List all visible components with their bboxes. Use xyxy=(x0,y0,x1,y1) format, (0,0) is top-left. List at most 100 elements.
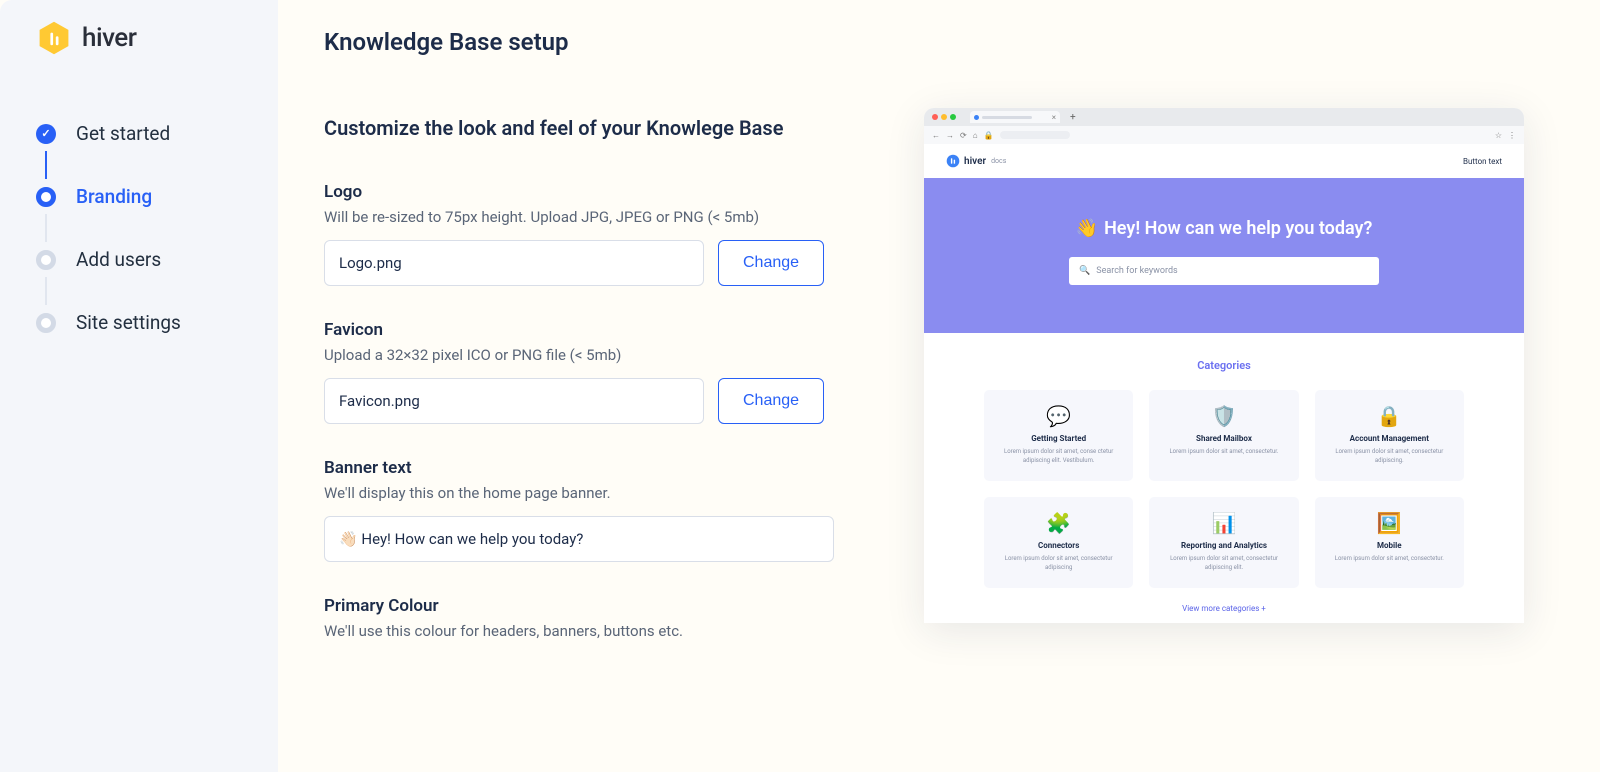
banner-label: Banner text xyxy=(324,458,844,478)
lock-icon: 🔒 xyxy=(984,131,994,140)
setup-steps: Get started Branding Add users Site sett… xyxy=(36,116,278,340)
banner-desc: We'll display this on the home page bann… xyxy=(324,484,844,502)
field-logo: Logo Will be re-sized to 75px height. Up… xyxy=(324,182,844,286)
kb-card: 🛡️ Shared Mailbox Lorem ipsum dolor sit … xyxy=(1149,390,1298,481)
kb-card: 📊 Reporting and Analytics Lorem ipsum do… xyxy=(1149,497,1298,588)
maximize-icon xyxy=(950,114,956,120)
hiver-logo-icon xyxy=(946,154,960,168)
step-connector xyxy=(45,277,47,305)
field-banner-text: Banner text We'll display this on the ho… xyxy=(324,458,844,562)
logo-desc: Will be re-sized to 75px height. Upload … xyxy=(324,208,844,226)
favicon-file-input[interactable]: Favicon.png xyxy=(324,378,704,424)
step-connector xyxy=(45,214,47,242)
kb-card-desc: Lorem ipsum dolor sit amet, consectetur … xyxy=(1159,554,1288,572)
forward-icon: → xyxy=(946,131,954,140)
new-tab-icon: + xyxy=(1070,112,1076,123)
kb-logo: hiver docs xyxy=(946,154,1006,168)
kb-search-placeholder: Search for keywords xyxy=(1096,266,1177,276)
search-icon: 🔍 xyxy=(1079,266,1090,276)
kb-banner: 👋 Hey! How can we help you today? 🔍 Sear… xyxy=(924,178,1524,333)
radio-pending-icon xyxy=(36,313,56,333)
tab-close-icon: × xyxy=(1052,113,1056,122)
step-label: Branding xyxy=(76,185,152,208)
sidebar: hiver Get started Branding Add users Sit… xyxy=(0,0,278,772)
radio-pending-icon xyxy=(36,250,56,270)
kb-card: 🖼️ Mobile Lorem ipsum dolor sit amet, co… xyxy=(1315,497,1464,588)
image-icon: 🖼️ xyxy=(1325,511,1454,535)
kb-card-desc: Lorem ipsum dolor sit amet, consectetur … xyxy=(994,554,1123,572)
home-icon: ⌂ xyxy=(973,131,978,140)
minimize-icon xyxy=(941,114,947,120)
logo-label: Logo xyxy=(324,182,844,202)
main-content: Knowledge Base setup Customize the look … xyxy=(278,0,1600,772)
tab-favicon-icon xyxy=(974,115,979,120)
kb-card: 🔒 Account Management Lorem ipsum dolor s… xyxy=(1315,390,1464,481)
form-column: Knowledge Base setup Customize the look … xyxy=(324,28,844,772)
browser-urlbar: ← → ⟳ ⌂ 🔒 ☆ ⋮ xyxy=(924,126,1524,144)
kb-card-title: Getting Started xyxy=(994,434,1123,443)
kb-view-more: View more categories + xyxy=(984,604,1464,613)
brand-name: hiver xyxy=(82,23,136,53)
kb-logo-text: hiver xyxy=(964,156,986,167)
step-branding[interactable]: Branding xyxy=(36,179,278,214)
kb-body: Categories 💬 Getting Started Lorem ipsum… xyxy=(924,333,1524,613)
wave-icon: 👋 xyxy=(1076,218,1098,239)
kb-card-title: Connectors xyxy=(994,541,1123,550)
logo-file-input[interactable]: Logo.png xyxy=(324,240,704,286)
kb-banner-title: 👋 Hey! How can we help you today? xyxy=(924,218,1524,239)
banner-text-input[interactable]: 👋🏻 Hey! How can we help you today? xyxy=(324,516,834,562)
kb-card: 💬 Getting Started Lorem ipsum dolor sit … xyxy=(984,390,1133,481)
step-site-settings[interactable]: Site settings xyxy=(36,305,278,340)
kb-card-desc: Lorem ipsum dolor sit amet, conse ctetur… xyxy=(994,447,1123,465)
kb-logo-sub: docs xyxy=(991,157,1006,165)
kb-card-desc: Lorem ipsum dolor sit amet, consectetur … xyxy=(1325,447,1454,465)
primary-label: Primary Colour xyxy=(324,596,844,616)
chat-icon: 💬 xyxy=(994,404,1123,428)
step-label: Add users xyxy=(76,248,161,271)
kb-header: hiver docs Button text xyxy=(924,144,1524,178)
step-add-users[interactable]: Add users xyxy=(36,242,278,277)
step-label: Site settings xyxy=(76,311,181,334)
url-placeholder xyxy=(1000,131,1070,139)
kb-card-title: Mobile xyxy=(1325,541,1454,550)
kb-card-title: Reporting and Analytics xyxy=(1159,541,1288,550)
browser-tab: × xyxy=(970,111,1060,123)
kb-categories-grid: 💬 Getting Started Lorem ipsum dolor sit … xyxy=(984,390,1464,588)
kb-card-desc: Lorem ipsum dolor sit amet, consectetur. xyxy=(1159,447,1288,456)
favicon-label: Favicon xyxy=(324,320,844,340)
chart-icon: 📊 xyxy=(1159,511,1288,535)
kb-search-input: 🔍 Search for keywords xyxy=(1069,257,1379,285)
section-title: Customize the look and feel of your Know… xyxy=(324,116,844,140)
radio-active-icon xyxy=(36,187,56,207)
tab-title-placeholder xyxy=(982,116,1032,119)
puzzle-icon: 🧩 xyxy=(994,511,1123,535)
field-primary-colour: Primary Colour We'll use this colour for… xyxy=(324,596,844,640)
kb-card: 🧩 Connectors Lorem ipsum dolor sit amet,… xyxy=(984,497,1133,588)
back-icon: ← xyxy=(932,131,940,140)
step-connector xyxy=(45,151,47,179)
shield-icon: 🛡️ xyxy=(1159,404,1288,428)
step-label: Get started xyxy=(76,122,170,145)
kb-card-title: Account Management xyxy=(1325,434,1454,443)
kb-categories-title: Categories xyxy=(984,359,1464,372)
browser-preview: × + ← → ⟳ ⌂ 🔒 ☆ ⋮ xyxy=(924,108,1524,623)
preview-column: × + ← → ⟳ ⌂ 🔒 ☆ ⋮ xyxy=(924,28,1560,772)
refresh-icon: ⟳ xyxy=(960,131,967,140)
change-favicon-button[interactable]: Change xyxy=(718,378,824,424)
kb-card-desc: Lorem ipsum dolor sit amet, consectetur. xyxy=(1325,554,1454,563)
primary-desc: We'll use this colour for headers, banne… xyxy=(324,622,844,640)
step-get-started[interactable]: Get started xyxy=(36,116,278,151)
change-logo-button[interactable]: Change xyxy=(718,240,824,286)
hiver-logo-icon xyxy=(36,20,72,56)
menu-icon: ⋮ xyxy=(1508,131,1516,140)
check-icon xyxy=(36,124,56,144)
field-favicon: Favicon Upload a 32×32 pixel ICO or PNG … xyxy=(324,320,844,424)
kb-header-button: Button text xyxy=(1463,157,1502,166)
page-title: Knowledge Base setup xyxy=(324,28,844,56)
close-icon xyxy=(932,114,938,120)
brand-logo: hiver xyxy=(36,20,278,56)
traffic-lights xyxy=(932,114,956,120)
favicon-desc: Upload a 32×32 pixel ICO or PNG file (< … xyxy=(324,346,844,364)
browser-tabbar: × + xyxy=(924,108,1524,126)
kb-banner-text: Hey! How can we help you today? xyxy=(1104,218,1372,239)
